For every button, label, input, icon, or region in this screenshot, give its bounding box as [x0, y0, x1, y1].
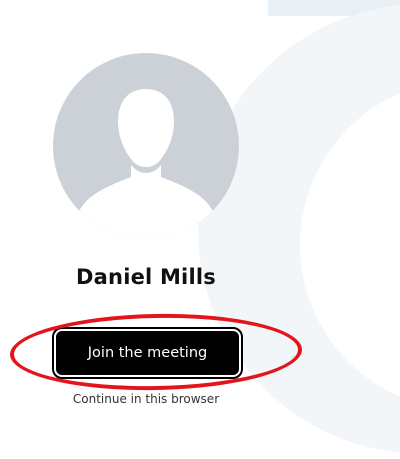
background-decoration — [0, 0, 400, 459]
continue-in-browser-link[interactable]: Continue in this browser — [0, 392, 292, 406]
join-meeting-button[interactable]: Join the meeting — [52, 327, 243, 379]
avatar — [53, 53, 239, 239]
user-name: Daniel Mills — [76, 265, 216, 289]
user-silhouette-icon — [71, 89, 221, 239]
